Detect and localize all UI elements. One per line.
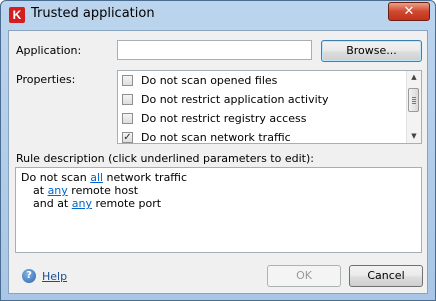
ok-button-label: OK (296, 269, 312, 282)
rule-text: and at (33, 197, 72, 210)
application-label: Application: (16, 44, 82, 57)
cancel-button-label: Cancel (367, 269, 405, 282)
rule-description-box: Do not scan all network traffic at any r… (15, 167, 422, 253)
kaspersky-logo-icon: K (9, 7, 25, 23)
window-title: Trusted application (31, 6, 155, 21)
browse-button[interactable]: Browse... (321, 40, 422, 62)
browse-button-label: Browse... (346, 44, 397, 57)
property-checkbox-checked[interactable]: ✓ (122, 132, 133, 143)
rule-param-traffic-link[interactable]: all (90, 171, 103, 184)
property-item-restrict-activity[interactable]: Do not restrict application activity (122, 91, 402, 110)
properties-scrollbar[interactable]: ▲ ▼ (406, 71, 421, 143)
rule-param-host-link[interactable]: any (48, 184, 68, 197)
scroll-down-arrow-icon[interactable]: ▼ (407, 130, 421, 143)
dialog-window: K Trusted application ✕ Application: Bro… (0, 0, 436, 301)
property-label: Do not restrict application activity (141, 93, 329, 106)
application-input[interactable] (117, 40, 312, 60)
rule-text: Do not scan (21, 171, 91, 184)
scroll-up-arrow-icon[interactable]: ▲ (407, 71, 421, 84)
property-checkbox[interactable] (122, 94, 133, 105)
title-bar[interactable]: K Trusted application ✕ (1, 1, 435, 29)
properties-list[interactable]: Do not scan opened files Do not restrict… (117, 70, 422, 144)
property-checkbox[interactable] (122, 75, 133, 86)
rule-description-label: Rule description (click underlined param… (16, 152, 314, 165)
close-icon: ✕ (403, 4, 415, 19)
rule-text: at (33, 184, 48, 197)
rule-param-port-link[interactable]: any (72, 197, 92, 210)
dialog-body: Application: Browse... Properties: Do no… (8, 30, 428, 294)
question-icon[interactable]: ? (22, 269, 36, 283)
rule-text: remote port (91, 197, 162, 210)
rule-line-1: Do not scan all network traffic (21, 171, 416, 184)
property-item-registry-access[interactable]: Do not restrict registry access (122, 110, 402, 129)
properties-label: Properties: (16, 73, 76, 86)
cancel-button[interactable]: Cancel (349, 265, 423, 287)
rule-line-2: at any remote host (21, 184, 416, 197)
property-item-network-traffic[interactable]: ✓ Do not scan network traffic (122, 129, 402, 144)
checkmark-icon: ✓ (123, 132, 132, 143)
help-link[interactable]: Help (42, 270, 67, 283)
rule-line-3: and at any remote port (21, 197, 416, 210)
ok-button[interactable]: OK (267, 265, 341, 287)
property-label: Do not restrict registry access (141, 112, 307, 125)
rule-text: remote host (67, 184, 139, 197)
property-label: Do not scan network traffic (141, 131, 291, 144)
property-label: Do not scan opened files (141, 74, 278, 87)
scroll-thumb[interactable] (408, 88, 419, 112)
property-item-scan-opened-files[interactable]: Do not scan opened files (122, 72, 402, 91)
property-checkbox[interactable] (122, 113, 133, 124)
rule-text: network traffic (103, 171, 187, 184)
close-button[interactable]: ✕ (388, 2, 430, 21)
